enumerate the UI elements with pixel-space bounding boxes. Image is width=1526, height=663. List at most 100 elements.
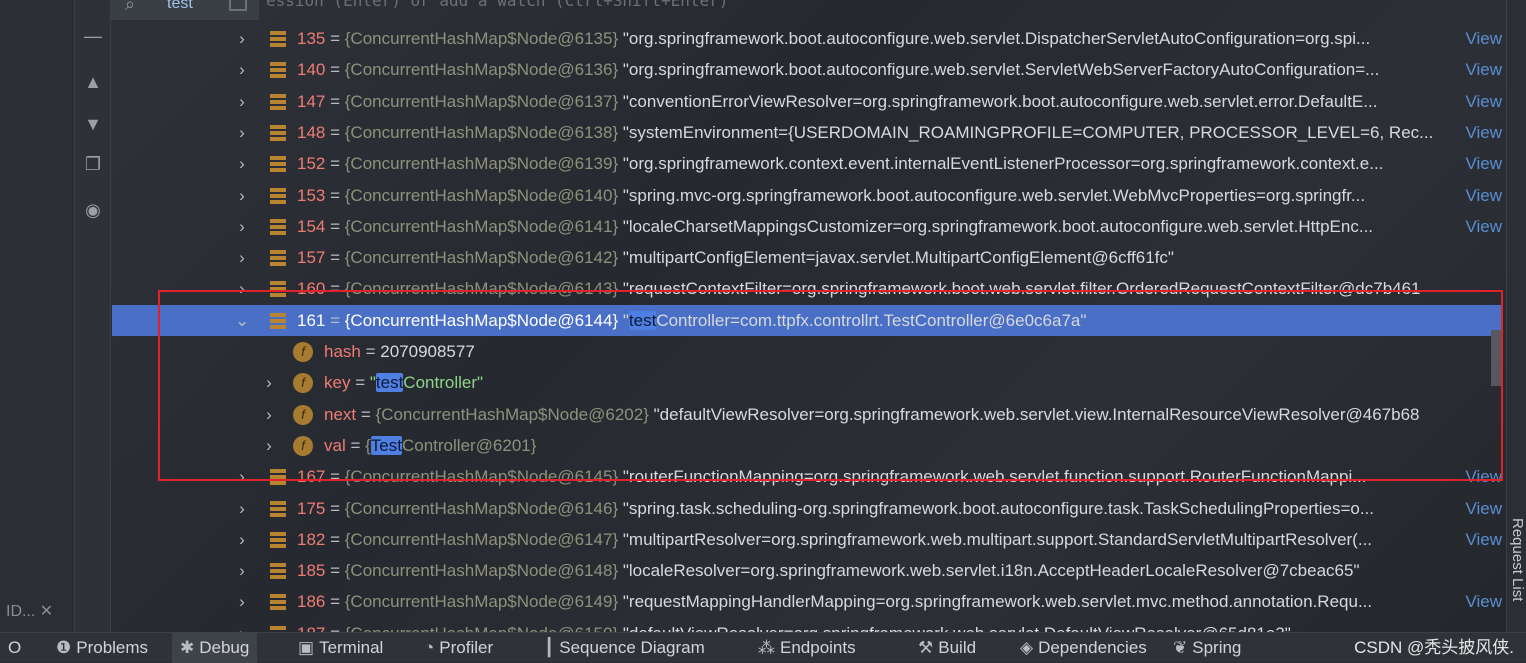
view-link[interactable]: View <box>1459 461 1502 492</box>
move-up-icon[interactable]: ▲ <box>75 72 111 93</box>
chevron-right-icon[interactable]: › <box>235 618 249 632</box>
view-link[interactable]: View <box>1459 211 1502 242</box>
tree-row-157[interactable]: › 157 = {ConcurrentHashMap$Node@6142} "mu… <box>112 242 1502 273</box>
equals: = <box>325 624 344 632</box>
tree-row-160[interactable]: › 160 = {ConcurrentHashMap$Node@6143} "re… <box>112 273 1502 304</box>
search-field[interactable]: ⌕ test <box>111 0 259 20</box>
row-text: 160 = {ConcurrentHashMap$Node@6143} "req… <box>297 273 1421 304</box>
tree-row-154[interactable]: › 154 = {ConcurrentHashMap$Node@6141} "lo… <box>112 211 1502 242</box>
view-link[interactable]: View <box>1459 54 1502 85</box>
tab-build[interactable]: ⚒ Build <box>910 633 984 663</box>
equals: = <box>325 248 345 268</box>
field-row-hash[interactable]: f hash = 2070908577 <box>112 336 1502 367</box>
tab-label: Profiler <box>439 638 494 657</box>
chevron-right-icon[interactable]: › <box>235 524 249 555</box>
tree-row-185[interactable]: › 185 = {ConcurrentHashMap$Node@6148} "lo… <box>112 555 1502 586</box>
scrollbar[interactable] <box>1491 330 1501 386</box>
field-icon: f <box>293 404 313 425</box>
tool-window-bar: CSDN @秃头披风侠. O ❶ Problems ✱ Debug ▣ Terminal ◔ P… <box>0 632 1526 663</box>
chevron-right-icon[interactable]: › <box>262 367 276 398</box>
tree-row-187[interactable]: › 187 = {ConcurrentHashMap$Node@6150} "de… <box>112 618 1502 632</box>
tree-row-167[interactable]: › 167 = {ConcurrentHashMap$Node@6145} "ro… <box>112 461 1502 492</box>
node-ref: {ConcurrentHashMap$Node@6144} <box>344 310 619 330</box>
chevron-right-icon[interactable]: › <box>235 493 249 524</box>
chevron-down-icon[interactable]: ⌄ <box>235 305 249 336</box>
chevron-right-icon[interactable]: › <box>235 461 249 492</box>
tree-row-147[interactable]: › 147 = {ConcurrentHashMap$Node@6137} "co… <box>112 86 1502 117</box>
chevron-right-icon[interactable]: › <box>235 242 249 273</box>
tab-terminal[interactable]: ▣ Terminal <box>290 633 391 663</box>
request-list-tab[interactable]: Request List <box>1509 518 1526 601</box>
search-highlight: test <box>628 310 657 330</box>
node-ref: {ConcurrentHashMap$Node@6139} <box>344 154 619 174</box>
entry-index: 186 <box>297 592 326 612</box>
tab-label: Spring <box>1192 638 1242 657</box>
tab-profiler[interactable]: ◔ Profiler <box>416 633 501 663</box>
tab-label: Terminal <box>319 638 384 657</box>
tab-endpoints[interactable]: ⁂ Endpoints <box>750 633 864 663</box>
tree-row-175[interactable]: › 175 = {ConcurrentHashMap$Node@6146} "sp… <box>112 493 1502 524</box>
list-entry-icon <box>270 531 286 548</box>
tree-row-153[interactable]: › 153 = {ConcurrentHashMap$Node@6140} "sp… <box>112 180 1502 211</box>
tab-dependencies[interactable]: ◈ Dependencies <box>1012 633 1155 663</box>
tab-debug[interactable]: ✱ Debug <box>172 633 258 663</box>
chevron-right-icon[interactable]: › <box>235 117 249 148</box>
view-link[interactable]: View <box>1459 180 1502 211</box>
filter-icon[interactable] <box>229 0 247 11</box>
close-icon[interactable]: ✕ <box>40 603 53 620</box>
id-tab[interactable]: ID... ✕ <box>6 601 53 621</box>
tree-row-161[interactable]: ⌄ 161 = {ConcurrentHashMap$Node@6144} "te… <box>112 304 1502 336</box>
view-link[interactable]: View <box>1459 117 1502 148</box>
tree-row-140[interactable]: › 140 = {ConcurrentHashMap$Node@6136} "or… <box>112 54 1502 85</box>
view-link[interactable]: View <box>1459 493 1502 524</box>
chevron-right-icon[interactable]: › <box>262 399 276 430</box>
remove-watch-icon[interactable]: — <box>75 26 111 47</box>
tab-sequence-diagram[interactable]: ┃ Sequence Diagram <box>536 633 713 663</box>
search-input[interactable]: test <box>167 0 193 13</box>
debug-icon: ✱ <box>180 638 195 657</box>
copy-icon[interactable]: ❐ <box>75 154 111 175</box>
tree-row-186[interactable]: › 186 = {ConcurrentHashMap$Node@6149} "re… <box>112 586 1502 617</box>
chevron-right-icon[interactable]: › <box>235 586 249 617</box>
view-link[interactable]: View <box>1459 148 1502 179</box>
chevron-right-icon[interactable]: › <box>235 86 249 117</box>
field-row-key[interactable]: › f key = "testController" <box>112 367 1502 398</box>
value-text: "systemEnvironment={USERDOMAIN_ROAMINGPR… <box>622 122 1434 142</box>
row-text: 140 = {ConcurrentHashMap$Node@6136} "org… <box>297 54 1379 85</box>
chevron-right-icon[interactable]: › <box>235 211 249 242</box>
id-tab-label: ID... <box>6 603 36 620</box>
row-text: 154 = {ConcurrentHashMap$Node@6141} "loc… <box>297 211 1373 242</box>
view-link[interactable]: View <box>1459 586 1502 617</box>
equals: = <box>325 185 345 205</box>
expression-input-hint[interactable]: ession (Enter) or add a watch (Ctrl+Shif… <box>266 0 728 10</box>
chevron-right-icon[interactable]: › <box>235 273 249 304</box>
problems-icon: ❶ <box>56 638 72 657</box>
tree-row-148[interactable]: › 148 = {ConcurrentHashMap$Node@6138} "sy… <box>112 117 1502 148</box>
view-link[interactable]: View <box>1459 524 1502 555</box>
move-down-icon[interactable]: ▼ <box>75 114 111 135</box>
view-link[interactable]: View <box>1459 23 1502 54</box>
value-text: "spring.task.scheduling-org.springframew… <box>622 498 1375 518</box>
tree-row-152[interactable]: › 152 = {ConcurrentHashMap$Node@6139} "or… <box>112 148 1502 179</box>
tab-problems[interactable]: ❶ Problems <box>48 633 156 663</box>
view-link[interactable]: View <box>1459 86 1502 117</box>
view-options-icon[interactable]: ◉ <box>75 200 111 221</box>
chevron-right-icon[interactable]: › <box>235 180 249 211</box>
chevron-right-icon[interactable]: › <box>235 23 249 54</box>
field-row-val[interactable]: › f val = {TestController@6201} <box>112 430 1502 461</box>
equals: = <box>325 122 345 142</box>
tree-row-182[interactable]: › 182 = {ConcurrentHashMap$Node@6147} "mu… <box>112 524 1502 555</box>
value-text: "org.springframework.boot.autoconfigure.… <box>622 29 1371 48</box>
tab-o[interactable]: O <box>0 633 29 663</box>
value-text: "defaultViewResolver=org.springframework… <box>623 624 1291 632</box>
chevron-right-icon[interactable]: › <box>235 148 249 179</box>
tree-row-135[interactable]: › 135 = {ConcurrentHashMap$Node@6135} "or… <box>112 23 1502 54</box>
row-text: 153 = {ConcurrentHashMap$Node@6140} "spr… <box>297 180 1365 211</box>
field-row-next[interactable]: › f next = {ConcurrentHashMap$Node@6202} "… <box>112 399 1502 430</box>
row-text: next = {ConcurrentHashMap$Node@6202} "de… <box>324 399 1420 430</box>
chevron-right-icon[interactable]: › <box>235 555 249 586</box>
tab-spring[interactable]: ❦ Spring <box>1165 633 1249 663</box>
node-ref: {ConcurrentHashMap$Node@6143} <box>344 279 619 299</box>
chevron-right-icon[interactable]: › <box>262 430 276 461</box>
chevron-right-icon[interactable]: › <box>235 54 249 85</box>
